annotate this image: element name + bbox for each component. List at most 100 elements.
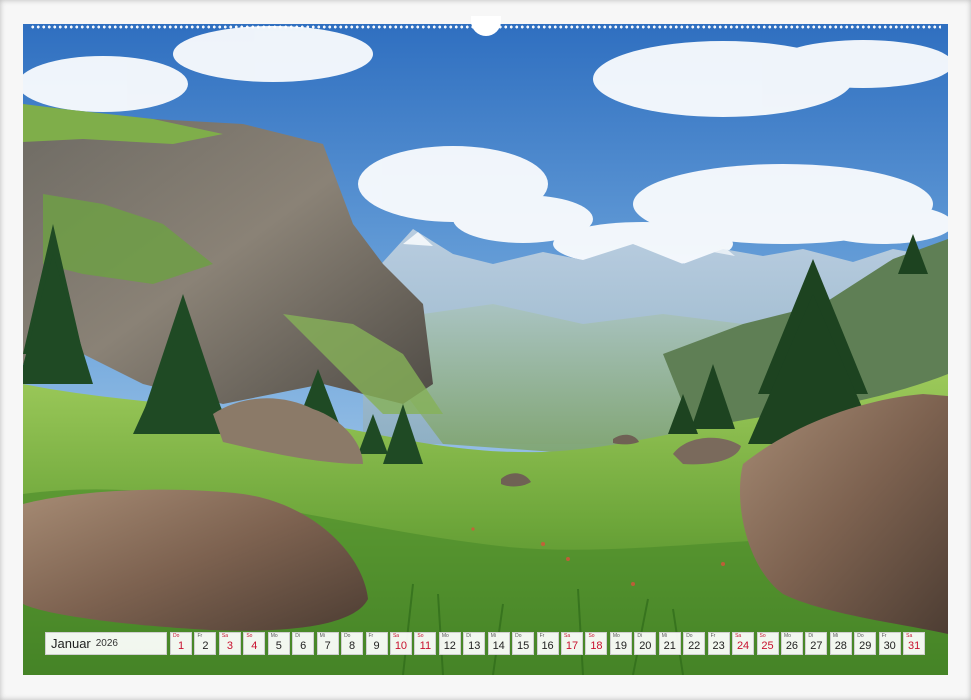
calendar-day-cell: Sa 24 — [732, 632, 755, 655]
day-number: 31 — [908, 640, 921, 652]
weekday-abbrev: Do — [515, 633, 522, 639]
day-number: 26 — [785, 640, 799, 652]
weekday-abbrev: Di — [466, 633, 471, 639]
calendar-day-cell: So 25 — [756, 632, 779, 655]
day-number: 2 — [202, 640, 209, 652]
day-number: 17 — [565, 640, 579, 652]
day-number: 18 — [590, 640, 603, 652]
day-number: 25 — [761, 640, 774, 652]
day-number: 21 — [663, 640, 676, 652]
day-number: 15 — [517, 640, 530, 652]
day-number: 5 — [275, 640, 282, 652]
calendar-day-cell: Mo 12 — [438, 632, 461, 655]
calendar-day-cell: Di 20 — [634, 632, 657, 655]
calendar-day-cell: So 11 — [414, 632, 437, 655]
weekday-abbrev: Fr — [539, 633, 545, 639]
weekday-abbrev: Fr — [710, 633, 716, 639]
calendar-day-cell: Fr 16 — [536, 632, 559, 655]
weekday-abbrev: Di — [637, 633, 643, 639]
days-row: Do 1 Fr 2 Sa 3 So 4 Mo 5 Di 6 Mi 7 Do 8 Fr 9 Sa 10 So 11 Mo 12 D… — [170, 632, 928, 655]
calendar-day-cell: Sa 31 — [903, 632, 926, 655]
calendar-day-cell: Do 8 — [341, 632, 364, 655]
weekday-abbrev: Fr — [881, 633, 887, 639]
day-number: 22 — [688, 640, 701, 652]
calendar-day-cell: Mo 19 — [609, 632, 632, 655]
day-number: 24 — [736, 640, 750, 652]
weekday-abbrev: Mi — [832, 633, 839, 639]
weekday-abbrev: Mo — [270, 633, 278, 639]
calendar-day-cell: So 18 — [585, 632, 608, 655]
calendar-day-cell: Mi 14 — [487, 632, 510, 655]
weekday-abbrev: Mi — [319, 633, 325, 639]
calendar-day-cell: Do 1 — [170, 632, 192, 655]
calendar-day-cell: Sa 3 — [218, 632, 241, 655]
day-number: 6 — [300, 640, 307, 652]
day-number: 8 — [349, 640, 356, 652]
day-number: 11 — [419, 640, 432, 652]
weekday-abbrev: Sa — [735, 633, 742, 639]
day-number: 13 — [468, 640, 481, 652]
day-number: 9 — [373, 640, 380, 652]
day-number: 4 — [251, 640, 258, 652]
weekday-abbrev: Do — [173, 633, 180, 639]
calendar-day-cell: Di 13 — [463, 632, 486, 655]
day-number: 7 — [324, 640, 331, 652]
calendar-day-cell: Sa 17 — [561, 632, 583, 655]
day-number: 23 — [712, 640, 725, 652]
weekday-abbrev: Do — [344, 633, 351, 639]
month-name: Januar — [51, 636, 91, 651]
day-number: 12 — [443, 640, 456, 652]
weekday-abbrev: Fr — [368, 633, 374, 639]
weekday-abbrev: So — [246, 633, 253, 639]
day-number: 29 — [859, 640, 872, 652]
calendar-strip: Januar 2026 Do 1 Fr 2 Sa 3 So 4 Mo 5 Di 6 Mi 7 Do 8 Fr 9 S… — [45, 632, 928, 655]
weekday-abbrev: So — [417, 633, 424, 639]
calendar-day-cell: Sa 10 — [389, 632, 412, 655]
weekday-abbrev: So — [759, 633, 766, 639]
weekday-abbrev: Mo — [612, 633, 620, 639]
weekday-abbrev: Mo — [441, 633, 449, 639]
mountain-valley-scene — [23, 24, 948, 675]
calendar-day-cell: Do 29 — [854, 632, 877, 655]
landscape-photo — [23, 24, 948, 675]
calendar-day-cell: Di 6 — [292, 632, 315, 655]
year-label: 2026 — [95, 638, 118, 649]
calendar-day-cell: Fr 9 — [365, 632, 388, 655]
weekday-abbrev: Mo — [783, 633, 791, 639]
weekday-abbrev: Do — [857, 633, 864, 639]
weekday-abbrev: So — [588, 633, 595, 639]
calendar-day-cell: Mo 26 — [780, 632, 803, 655]
weekday-abbrev: Di — [295, 633, 300, 639]
day-number: 10 — [394, 640, 408, 652]
calendar-day-cell: So 4 — [243, 632, 266, 655]
day-number: 14 — [492, 640, 505, 652]
weekday-abbrev: Mi — [661, 633, 668, 639]
day-number: 1 — [177, 640, 185, 652]
day-number: 30 — [883, 640, 896, 652]
calendar-day-cell: Do 15 — [512, 632, 535, 655]
month-label-box: Januar 2026 — [45, 632, 167, 655]
calendar-day-cell: Fr 23 — [707, 632, 730, 655]
weekday-abbrev: Sa — [906, 633, 913, 639]
weekday-abbrev: Sa — [221, 633, 228, 639]
calendar-page: Januar 2026 Do 1 Fr 2 Sa 3 So 4 Mo 5 Di 6 Mi 7 Do 8 Fr 9 S… — [0, 0, 971, 700]
calendar-day-cell: Di 27 — [805, 632, 828, 655]
day-number: 3 — [226, 640, 233, 652]
calendar-day-cell: Do 22 — [683, 632, 706, 655]
calendar-day-cell: Mi 21 — [658, 632, 681, 655]
day-number: 20 — [639, 640, 652, 652]
day-number: 19 — [614, 640, 627, 652]
calendar-day-cell: Mo 5 — [267, 632, 290, 655]
calendar-day-cell: Mi 28 — [829, 632, 852, 655]
calendar-day-cell: Fr 30 — [878, 632, 901, 655]
weekday-abbrev: Mi — [490, 633, 496, 639]
weekday-abbrev: Do — [686, 633, 693, 639]
day-number: 16 — [541, 640, 554, 652]
calendar-day-cell: Fr 2 — [194, 632, 217, 655]
weekday-abbrev: Sa — [392, 633, 400, 639]
day-number: 28 — [834, 640, 847, 652]
day-number: 27 — [810, 640, 823, 652]
weekday-abbrev: Di — [808, 633, 814, 639]
weekday-abbrev: Sa — [564, 633, 571, 639]
weekday-abbrev: Fr — [197, 633, 203, 639]
